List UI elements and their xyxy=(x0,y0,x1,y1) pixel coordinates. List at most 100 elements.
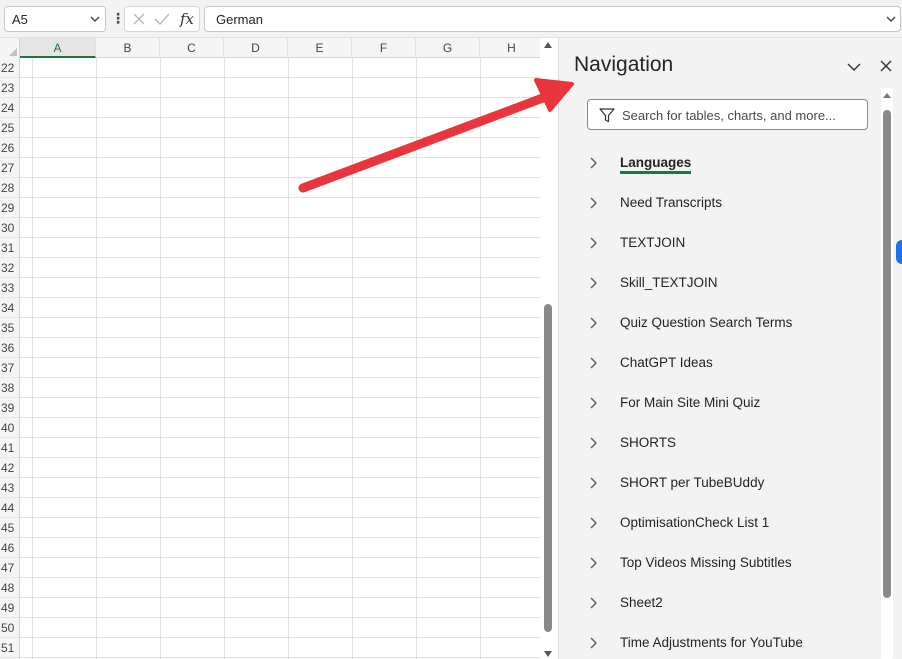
navigation-pane: Navigation Languages Need Transcripts TEXT… xyxy=(558,38,902,659)
row-header[interactable]: 40 xyxy=(0,418,19,438)
chevron-right-icon[interactable] xyxy=(589,317,597,329)
navigation-item[interactable]: ChatGPT Ideas xyxy=(559,344,877,384)
navigation-item[interactable]: Quiz Question Search Terms xyxy=(559,304,877,344)
row-header[interactable]: 25 xyxy=(0,118,19,138)
scroll-thumb[interactable] xyxy=(883,110,891,598)
expand-formula-bar-icon[interactable] xyxy=(885,13,897,25)
row-header[interactable]: 26 xyxy=(0,138,19,158)
navigation-title: Navigation xyxy=(574,53,674,76)
row-header[interactable]: 36 xyxy=(0,338,19,358)
chevron-right-icon[interactable] xyxy=(589,157,597,169)
row-header[interactable]: 48 xyxy=(0,578,19,598)
row-header[interactable]: 46 xyxy=(0,538,19,558)
navigation-item[interactable]: Time Adjustments for YouTube xyxy=(559,624,877,659)
row-header[interactable]: 43 xyxy=(0,478,19,498)
navigation-item-label: OptimisationCheck List 1 xyxy=(620,515,770,530)
navigation-search-input[interactable] xyxy=(622,105,862,125)
navigation-item-label: TEXTJOIN xyxy=(620,235,686,250)
chevron-right-icon[interactable] xyxy=(589,437,597,449)
row-header[interactable]: 37 xyxy=(0,358,19,378)
formula-input[interactable]: German xyxy=(204,6,901,32)
navigation-item[interactable]: Need Transcripts xyxy=(559,184,877,224)
navigation-item[interactable]: TEXTJOIN xyxy=(559,224,877,264)
navigation-item-label: Need Transcripts xyxy=(620,195,723,210)
chevron-right-icon[interactable] xyxy=(589,197,597,209)
insert-function-icon[interactable]: fx xyxy=(180,10,194,28)
row-header[interactable]: 28 xyxy=(0,178,19,198)
more-options-icon[interactable]: ⋮ xyxy=(111,9,125,27)
row-header[interactable]: 30 xyxy=(0,218,19,238)
row-header[interactable]: 22 xyxy=(0,58,19,78)
filter-icon xyxy=(599,108,615,123)
name-box-value: A5 xyxy=(12,12,28,27)
side-badge-icon[interactable] xyxy=(896,240,902,264)
scroll-up-arrow-icon[interactable] xyxy=(883,93,891,98)
row-header[interactable]: 23 xyxy=(0,78,19,98)
column-headers: ABCDEFGH xyxy=(0,38,544,58)
chevron-right-icon[interactable] xyxy=(589,557,597,569)
row-header[interactable]: 51 xyxy=(0,638,19,658)
chevron-right-icon[interactable] xyxy=(589,637,597,649)
select-all-corner[interactable] xyxy=(0,38,20,58)
chevron-right-icon[interactable] xyxy=(589,237,597,249)
chevron-down-icon[interactable] xyxy=(89,13,101,25)
row-header[interactable]: 41 xyxy=(0,438,19,458)
column-header-e[interactable]: E xyxy=(288,38,352,58)
row-header[interactable]: 44 xyxy=(0,498,19,518)
row-header[interactable]: 45 xyxy=(0,518,19,538)
chevron-right-icon[interactable] xyxy=(589,397,597,409)
column-header-b[interactable]: B xyxy=(96,38,160,58)
navigation-item-label: SHORTS xyxy=(620,435,677,450)
navigation-item[interactable]: Languages xyxy=(559,144,877,184)
navigation-search-box[interactable] xyxy=(587,99,868,130)
close-icon[interactable] xyxy=(879,59,893,73)
scroll-down-arrow-icon[interactable] xyxy=(544,651,552,657)
row-header[interactable]: 33 xyxy=(0,278,19,298)
row-header[interactable]: 49 xyxy=(0,598,19,618)
navigation-item[interactable]: For Main Site Mini Quiz xyxy=(559,384,877,424)
row-header[interactable]: 29 xyxy=(0,198,19,218)
column-header-g[interactable]: G xyxy=(416,38,480,58)
row-header[interactable]: 27 xyxy=(0,158,19,178)
navigation-item[interactable]: SHORTS xyxy=(559,424,877,464)
scroll-up-arrow-icon[interactable] xyxy=(544,42,552,48)
cell-area[interactable] xyxy=(20,58,540,659)
row-header[interactable]: 39 xyxy=(0,398,19,418)
row-header[interactable]: 50 xyxy=(0,618,19,638)
enter-check-icon[interactable] xyxy=(154,12,170,26)
row-header[interactable]: 34 xyxy=(0,298,19,318)
name-box[interactable]: A5 xyxy=(4,6,106,32)
grid-vertical-scrollbar[interactable] xyxy=(540,38,558,659)
row-header[interactable]: 31 xyxy=(0,238,19,258)
column-header-d[interactable]: D xyxy=(224,38,288,58)
scroll-thumb[interactable] xyxy=(544,304,552,632)
column-header-a[interactable]: A xyxy=(20,38,96,58)
column-header-h[interactable]: H xyxy=(480,38,544,58)
column-header-c[interactable]: C xyxy=(160,38,224,58)
spreadsheet-grid[interactable]: ABCDEFGH 22 23 24 25 26 27 28 29 30 31 32 33 34 35 36 3… xyxy=(0,38,558,659)
row-header[interactable]: 47 xyxy=(0,558,19,578)
chevron-down-icon[interactable] xyxy=(845,60,863,74)
chevron-right-icon[interactable] xyxy=(589,277,597,289)
formula-bar: A5 ⋮ fx German xyxy=(0,0,902,38)
cancel-icon[interactable] xyxy=(132,12,146,26)
navigation-item[interactable]: OptimisationCheck List 1 xyxy=(559,504,877,544)
row-header[interactable]: 35 xyxy=(0,318,19,338)
navigation-item-label: For Main Site Mini Quiz xyxy=(620,395,761,410)
row-header[interactable]: 24 xyxy=(0,98,19,118)
chevron-right-icon[interactable] xyxy=(589,477,597,489)
navigation-item[interactable]: Skill_TEXTJOIN xyxy=(559,264,877,304)
navigation-item[interactable]: Sheet2 xyxy=(559,584,877,624)
navigation-item[interactable]: Top Videos Missing Subtitles xyxy=(559,544,877,584)
chevron-right-icon[interactable] xyxy=(589,597,597,609)
navigation-scrollbar[interactable] xyxy=(881,88,893,659)
row-header[interactable]: 32 xyxy=(0,258,19,278)
column-header-f[interactable]: F xyxy=(352,38,416,58)
navigation-item[interactable]: SHORT per TubeBUddy xyxy=(559,464,877,504)
row-header[interactable]: 42 xyxy=(0,458,19,478)
formula-value: German xyxy=(216,12,263,27)
chevron-right-icon[interactable] xyxy=(589,357,597,369)
row-headers: 22 23 24 25 26 27 28 29 30 31 32 33 34 35 36 37 38 39 40 41… xyxy=(0,58,20,659)
row-header[interactable]: 38 xyxy=(0,378,19,398)
chevron-right-icon[interactable] xyxy=(589,517,597,529)
